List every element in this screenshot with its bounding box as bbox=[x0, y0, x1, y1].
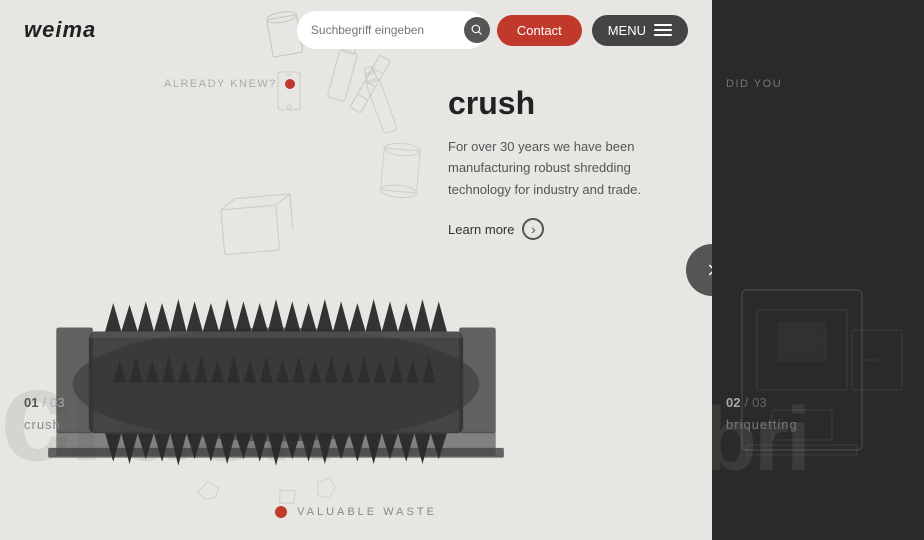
search-input[interactable] bbox=[311, 23, 456, 37]
content-description: For over 30 years we have been manufactu… bbox=[448, 136, 688, 200]
counter-separator: / bbox=[42, 395, 46, 410]
main-section: weima Contact MENU bbox=[0, 0, 712, 540]
machine-area bbox=[40, 200, 512, 500]
next-arrow-button[interactable] bbox=[686, 244, 712, 296]
header-right: Contact MENU bbox=[297, 11, 688, 49]
page-wrapper: weima Contact MENU bbox=[0, 0, 924, 540]
contact-button[interactable]: Contact bbox=[497, 15, 582, 46]
did-you-text: DID YOU bbox=[726, 78, 782, 90]
learn-more-circle-icon bbox=[522, 218, 544, 240]
already-knew-label: ALREADY KNEW? bbox=[164, 78, 295, 90]
valuable-waste-text: VALUABLE WASTE bbox=[297, 506, 437, 518]
machine-svg bbox=[40, 220, 512, 500]
valuable-waste-dot bbox=[275, 506, 287, 518]
slide-label: crush bbox=[24, 417, 61, 432]
red-dot-indicator bbox=[285, 79, 295, 89]
counter-current: 01 bbox=[24, 395, 38, 410]
search-button[interactable] bbox=[464, 17, 490, 43]
menu-label: MENU bbox=[608, 23, 646, 38]
search-icon bbox=[471, 24, 483, 36]
content-block: crush For over 30 years we have been man… bbox=[448, 85, 688, 240]
header: weima Contact MENU bbox=[0, 0, 712, 60]
right-panel-content: DID YOU 02 / 03 bri briquetting bbox=[712, 0, 924, 540]
right-machine-svg bbox=[722, 250, 922, 510]
content-title: crush bbox=[448, 85, 688, 122]
logo: weima bbox=[24, 17, 96, 43]
right-machine-area bbox=[722, 250, 924, 510]
arrow-right-icon bbox=[703, 261, 712, 279]
search-bar[interactable] bbox=[297, 11, 487, 49]
learn-more-link[interactable]: Learn more bbox=[448, 218, 688, 240]
menu-button[interactable]: MENU bbox=[592, 15, 688, 46]
right-section: DID YOU 02 / 03 bri briquetting bbox=[712, 0, 924, 540]
slide-counter: 01 / 03 bbox=[24, 395, 65, 410]
logo-text: weima bbox=[24, 17, 96, 43]
learn-more-text: Learn more bbox=[448, 222, 514, 237]
hamburger-icon bbox=[654, 24, 672, 36]
valuable-waste-label: VALUABLE WASTE bbox=[0, 506, 712, 518]
already-knew-text: ALREADY KNEW? bbox=[164, 78, 277, 90]
counter-total: 03 bbox=[50, 395, 64, 410]
